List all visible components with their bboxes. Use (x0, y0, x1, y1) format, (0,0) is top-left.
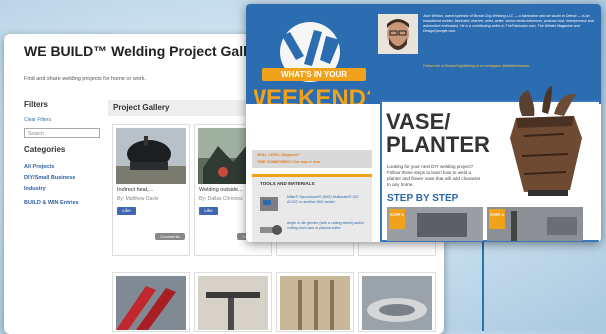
author-bio: Josh Welton, owner/operator of Brown Dog… (423, 14, 594, 33)
comments-button[interactable]: Comments (155, 233, 185, 240)
category-all-projects[interactable]: All Projects (24, 164, 54, 170)
card-author: By: Matthew Davis (117, 196, 159, 202)
category-diy-small-business[interactable]: DIY/Small Business (24, 175, 75, 181)
tool-item: Angle or die grinder (with a cutting whe… (287, 221, 365, 230)
step-by-step-heading: STEP BY STEP (387, 193, 459, 204)
tools-heading: TOOLS AND MATERIALS (260, 181, 315, 186)
project-thumbnail (116, 128, 186, 184)
headline-line-1: VASE/ (386, 109, 451, 134)
step-2-photo: STEP 2 (487, 207, 583, 241)
project-card[interactable] (276, 272, 354, 332)
category-build-win-entries[interactable]: BUILD & WIN Entries (24, 200, 79, 206)
grinder-icon (260, 225, 282, 235)
page-title: WE BUILD™ Welding Project Gallery (24, 43, 269, 59)
page-subtitle: Find and share welding projects for home… (24, 76, 146, 82)
section-title: Project Gallery (113, 103, 170, 112)
magazine-page: WHAT'S IN YOUR WEEKEND? Josh Welton, own… (246, 4, 601, 242)
planter-photo (510, 86, 582, 196)
page-divider-line (482, 240, 484, 331)
project-thumbnail (198, 276, 268, 330)
filters-heading: Filters (24, 100, 49, 109)
follow-text: Follow him at BrownDogWelding or on Inst… (423, 64, 530, 68)
card-title: Welding outside... (199, 187, 243, 193)
time-commitment: TIME COMMITMENT: One day or less (257, 160, 320, 164)
clear-filters-link[interactable]: Clear Filters (24, 117, 51, 123)
project-card[interactable] (358, 272, 436, 332)
categories-heading: Categories (24, 145, 66, 154)
headline-line-2: PLANTER (386, 132, 490, 157)
search-input[interactable]: Search (24, 128, 100, 138)
like-button[interactable]: Like (199, 207, 218, 215)
step-1-label: STEP 1 (390, 212, 404, 217)
tools-box: TOOLS AND MATERIALS Miller® Syncrowave® … (252, 174, 372, 242)
project-thumbnail (362, 276, 432, 330)
tool-item: Miller® Syncrowave® (MIG) Multimatic® 22… (287, 195, 359, 204)
welder-icon (260, 197, 278, 211)
project-card[interactable] (194, 272, 272, 332)
author-photo (378, 14, 418, 54)
article-description: Looking for your next DIY welding projec… (387, 164, 481, 187)
project-thumbnail (280, 276, 350, 330)
project-thumbnail (116, 276, 186, 330)
project-card[interactable]: Indirect heat,... By: Matthew Davis Like… (112, 124, 190, 256)
step-2-label: STEP 2 (490, 212, 504, 217)
banner-line-1: WHAT'S IN YOUR (281, 70, 347, 79)
card-author: By: Dallas Chrisnez (199, 196, 243, 202)
category-industry[interactable]: Industry (24, 186, 46, 192)
like-button[interactable]: Like (117, 207, 136, 215)
project-card[interactable] (112, 272, 190, 332)
step-1-photo: STEP 1 (387, 207, 483, 241)
skill-level: SKILL LEVEL: Beginner+ (257, 153, 300, 157)
article-headline: VASE/ PLANTER (386, 110, 490, 156)
card-title: Indirect heat,... (117, 187, 154, 193)
skill-box: SKILL LEVEL: Beginner+ TIME COMMITMENT: … (252, 150, 372, 168)
